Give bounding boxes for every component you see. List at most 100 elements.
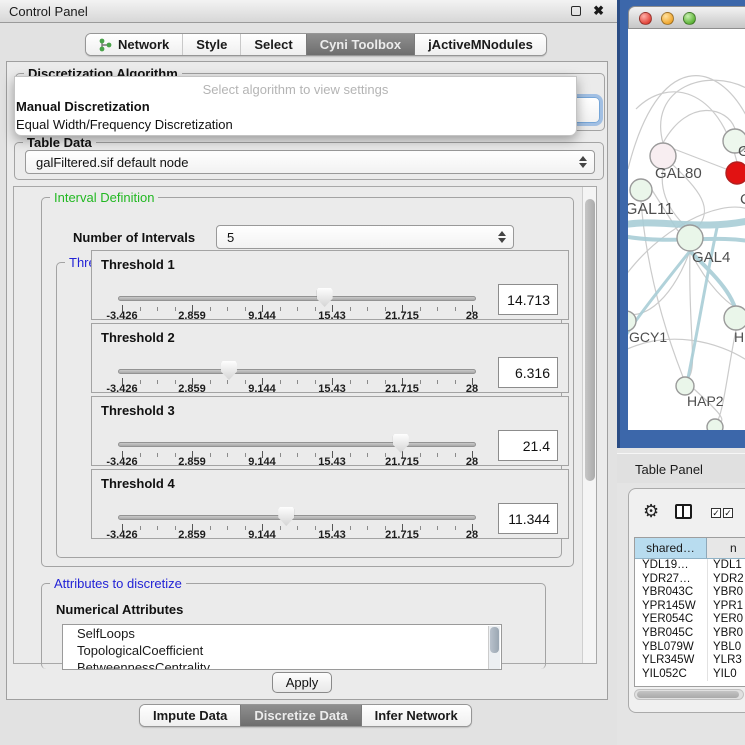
threshold-1-panel: Threshold 1 -3.4262.8599.14415.4321.7152… bbox=[91, 250, 569, 320]
network-node-gal4[interactable] bbox=[677, 225, 703, 251]
network-node[interactable] bbox=[707, 419, 723, 430]
table-cell[interactable]: YBR0 bbox=[707, 627, 745, 641]
screenshot-root: Control Panel ✖ Network Style Select bbox=[0, 0, 745, 745]
table-cell[interactable]: YER0 bbox=[707, 613, 745, 627]
table-cell[interactable]: YIL0 bbox=[707, 668, 745, 682]
network-node-gal11[interactable] bbox=[630, 179, 652, 201]
table-horizontal-scrollbar[interactable] bbox=[634, 689, 744, 700]
close-icon[interactable]: ✖ bbox=[593, 3, 604, 19]
slider-scale-labels: -3.4262.8599.14415.4321.71528 bbox=[122, 529, 472, 541]
scale-tick-label: 15.43 bbox=[318, 310, 346, 322]
list-scrollbar[interactable] bbox=[488, 626, 500, 670]
column-header-name[interactable]: n bbox=[707, 538, 745, 558]
control-panel-titlebar: Control Panel ✖ bbox=[0, 0, 617, 23]
scale-tick-label: 15.43 bbox=[318, 383, 346, 395]
interval-definition-title: Interval Definition bbox=[50, 190, 158, 205]
tab-network[interactable]: Network bbox=[86, 34, 182, 55]
checkbox-icon[interactable]: ✓ bbox=[723, 508, 733, 518]
scale-tick-label: 28 bbox=[466, 383, 478, 395]
table-row[interactable]: YLR345WYLR3 bbox=[635, 654, 745, 668]
slider-scale-labels: -3.4262.8599.14415.4321.71528 bbox=[122, 310, 472, 322]
slider-track[interactable] bbox=[118, 515, 476, 520]
column-header-shared-name[interactable]: shared… bbox=[635, 538, 707, 558]
table-cell[interactable]: YBL079W bbox=[635, 641, 707, 655]
tab-jactivemnodules[interactable]: jActiveMNodules bbox=[414, 34, 546, 55]
node-label: HAP2 bbox=[687, 393, 724, 409]
tab-style[interactable]: Style bbox=[182, 34, 240, 55]
float-window-icon[interactable] bbox=[571, 6, 581, 16]
control-panel-tabbar: Network Style Select Cyni Toolbox jActiv… bbox=[85, 33, 547, 56]
scale-tick-label: 21.715 bbox=[385, 529, 419, 541]
tab-cyni-toolbox[interactable]: Cyni Toolbox bbox=[306, 34, 414, 55]
apply-button[interactable]: Apply bbox=[272, 672, 332, 693]
tab-discretize-data[interactable]: Discretize Data bbox=[240, 705, 360, 726]
table-cell[interactable]: YLR3 bbox=[707, 654, 745, 668]
numerical-attributes-list[interactable]: SelfLoopsTopologicalCoefficientBetweenne… bbox=[62, 624, 502, 670]
threshold-4-slider[interactable]: -3.4262.8599.14415.4321.71528 bbox=[118, 470, 476, 540]
minimize-traffic-light-icon[interactable] bbox=[661, 12, 674, 25]
node-label: C bbox=[740, 191, 745, 208]
table-row[interactable]: YBL079WYBL0 bbox=[635, 641, 745, 655]
table-row[interactable]: YIL052CYIL0 bbox=[635, 668, 745, 682]
network-canvas[interactable]: GAL80GACGAL11GAL4GCY1HHAP2 bbox=[628, 29, 745, 430]
columns-icon[interactable] bbox=[675, 504, 692, 519]
table-cell[interactable]: YLR345W bbox=[635, 654, 707, 668]
table-cell[interactable]: YDR2 bbox=[707, 573, 745, 587]
dropdown-option-equal-width-frequency[interactable]: Equal Width/Frequency Discretization bbox=[16, 117, 233, 132]
threshold-3-value-field[interactable] bbox=[498, 430, 558, 461]
node-label: H bbox=[734, 329, 744, 345]
scale-tick-label: 2.859 bbox=[178, 456, 206, 468]
table-row[interactable]: YER054CYER0 bbox=[635, 613, 745, 627]
number-of-intervals-combobox[interactable]: 5 bbox=[216, 225, 514, 249]
scale-tick-label: -3.426 bbox=[106, 310, 137, 322]
tab-infer-network[interactable]: Infer Network bbox=[361, 705, 471, 726]
network-node-c[interactable] bbox=[726, 162, 745, 184]
table-cell[interactable]: YBL0 bbox=[707, 641, 745, 655]
checkbox-icon[interactable]: ✓ bbox=[711, 508, 721, 518]
scale-tick-label: 9.144 bbox=[248, 310, 276, 322]
attribute-item[interactable]: SelfLoops bbox=[63, 625, 501, 642]
attribute-item[interactable]: TopologicalCoefficient bbox=[63, 642, 501, 659]
node-label: GAL4 bbox=[692, 249, 730, 266]
threshold-1-slider[interactable]: -3.4262.8599.14415.4321.71528 bbox=[118, 251, 476, 321]
settings-vertical-scrollbar[interactable] bbox=[582, 187, 596, 663]
scale-tick-label: 9.144 bbox=[248, 529, 276, 541]
gear-icon[interactable]: ⚙ bbox=[643, 502, 659, 520]
zoom-traffic-light-icon[interactable] bbox=[683, 12, 696, 25]
close-traffic-light-icon[interactable] bbox=[639, 12, 652, 25]
table-row[interactable]: YDR27…YDR2 bbox=[635, 573, 745, 587]
tab-select[interactable]: Select bbox=[240, 34, 305, 55]
slider-track[interactable] bbox=[118, 369, 476, 374]
scale-tick-label: 9.144 bbox=[248, 456, 276, 468]
tab-impute-data-label: Impute Data bbox=[153, 708, 227, 723]
threshold-1-value-field[interactable] bbox=[498, 284, 558, 315]
dropdown-option-manual-discretization[interactable]: Manual Discretization bbox=[16, 99, 150, 114]
attribute-item[interactable]: BetweennessCentrality bbox=[63, 659, 501, 670]
table-cell[interactable]: YPR145W bbox=[635, 600, 707, 614]
table-cell[interactable]: YDL19… bbox=[635, 559, 707, 573]
table-cell[interactable]: YIL052C bbox=[635, 668, 707, 682]
table-cell[interactable]: YDL1 bbox=[707, 559, 745, 573]
table-cell[interactable]: YBR045C bbox=[635, 627, 707, 641]
threshold-4-value-field[interactable] bbox=[498, 503, 558, 534]
tab-impute-data[interactable]: Impute Data bbox=[140, 705, 240, 726]
slider-track[interactable] bbox=[118, 296, 476, 301]
table-cell[interactable]: YDR27… bbox=[635, 573, 707, 587]
table-row[interactable]: YBR045CYBR0 bbox=[635, 627, 745, 641]
network-node-h[interactable] bbox=[724, 306, 745, 330]
tab-network-label: Network bbox=[118, 37, 169, 52]
attributes-group-title: Attributes to discretize bbox=[50, 576, 186, 591]
table-cell[interactable]: YBR043C bbox=[635, 586, 707, 600]
table-data-combobox[interactable]: galFiltered.sif default node bbox=[25, 150, 595, 174]
table-cell[interactable]: YER054C bbox=[635, 613, 707, 627]
table-cell[interactable]: YPR1 bbox=[707, 600, 745, 614]
slider-track[interactable] bbox=[118, 442, 476, 447]
table-row[interactable]: YBR043CYBR0 bbox=[635, 586, 745, 600]
table-row[interactable]: YDL19…YDL1 bbox=[635, 559, 745, 573]
threshold-2-slider[interactable]: -3.4262.8599.14415.4321.71528 bbox=[118, 324, 476, 394]
table-row[interactable]: YPR145WYPR1 bbox=[635, 600, 745, 614]
table-cell[interactable]: YBR0 bbox=[707, 586, 745, 600]
threshold-2-value-field[interactable] bbox=[498, 357, 558, 388]
tab-discretize-data-label: Discretize Data bbox=[254, 708, 347, 723]
threshold-3-slider[interactable]: -3.4262.8599.14415.4321.71528 bbox=[118, 397, 476, 467]
